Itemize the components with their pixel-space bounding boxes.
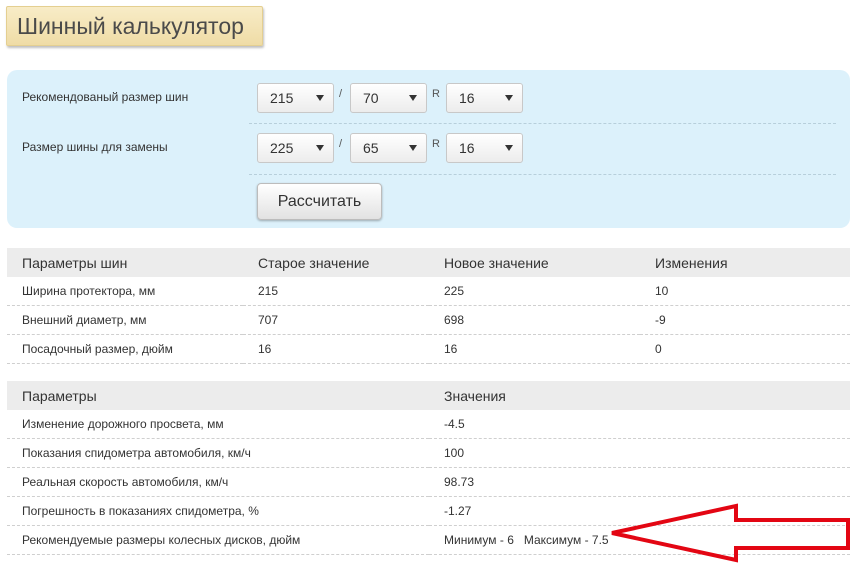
red-arrow-icon <box>611 503 850 563</box>
table-cell: Посадочный размер, дюйм <box>7 334 243 364</box>
table-cell: Изменение дорожного просвета, мм <box>7 410 429 439</box>
dropdown-triangle-icon <box>409 145 417 151</box>
column-header: Параметры <box>7 381 429 410</box>
table-cell: Ширина протектора, мм <box>7 277 243 306</box>
table-cell: Реальная скорость автомобиля, км/ч <box>7 467 429 497</box>
calculator-form: Рекомендованый размер шин 215 / 70 R 16 … <box>7 70 850 228</box>
column-header: Новое значение <box>429 248 640 277</box>
tire-parameters-table: Параметры шин Старое значение Новое знач… <box>7 248 850 364</box>
replacement-size-row: Размер шины для замены 225 / 65 R 16 <box>7 125 850 169</box>
table-cell: 707 <box>243 305 429 335</box>
page-title-badge: Шинный калькулятор <box>6 6 263 46</box>
dropdown-triangle-icon <box>505 95 513 101</box>
recommended-profile-select[interactable]: 70 <box>350 83 427 113</box>
recommended-radius-select[interactable]: 16 <box>446 83 523 113</box>
table-header-row: Параметры Значения <box>7 381 850 410</box>
table-cell: 698 <box>429 305 640 335</box>
replacement-size-label: Размер шины для замены <box>22 140 168 154</box>
replacement-radius-select[interactable]: 16 <box>446 133 523 163</box>
dropdown-triangle-icon <box>505 145 513 151</box>
table-cell: Погрешность в показаниях спидометра, % <box>7 496 429 526</box>
red-arrow-shape <box>611 503 850 563</box>
table-cell: Рекомендуемые размеры колесных дисков, д… <box>7 525 429 555</box>
recommended-size-row: Рекомендованый размер шин 215 / 70 R 16 <box>7 75 850 119</box>
table-cell: -9 <box>640 305 850 335</box>
radius-letter: R <box>432 138 440 150</box>
table-cell: Показания спидометра автомобиля, км/ч <box>7 438 429 468</box>
table-row: Ширина протектора, мм 215 225 10 <box>7 277 850 306</box>
column-header: Параметры шин <box>7 248 243 277</box>
dropdown-triangle-icon <box>316 145 324 151</box>
dropdown-triangle-icon <box>409 95 417 101</box>
table-row: Изменение дорожного просвета, мм -4.5 <box>7 410 850 439</box>
table-cell: 225 <box>429 277 640 306</box>
column-header: Старое значение <box>243 248 429 277</box>
column-header: Изменения <box>640 248 850 277</box>
slash-separator: / <box>339 88 343 100</box>
replacement-profile-select[interactable]: 65 <box>350 133 427 163</box>
slash-separator: / <box>339 138 343 150</box>
row-divider <box>249 123 836 124</box>
radius-letter: R <box>432 88 440 100</box>
dropdown-triangle-icon <box>316 95 324 101</box>
table-cell: 100 <box>429 438 850 468</box>
table-row: Посадочный размер, дюйм 16 16 0 <box>7 334 850 364</box>
recommended-size-label: Рекомендованый размер шин <box>22 90 189 104</box>
table-cell: 16 <box>429 334 640 364</box>
table-header-row: Параметры шин Старое значение Новое знач… <box>7 248 850 277</box>
table-cell: 10 <box>640 277 850 306</box>
table-cell: 0 <box>640 334 850 364</box>
table-row: Показания спидометра автомобиля, км/ч 10… <box>7 438 850 468</box>
table-cell: 16 <box>243 334 429 364</box>
table-cell: -4.5 <box>429 410 850 439</box>
replacement-width-select[interactable]: 225 <box>257 133 334 163</box>
column-header: Значения <box>429 381 850 410</box>
table-row: Внешний диаметр, мм 707 698 -9 <box>7 305 850 335</box>
table-row: Реальная скорость автомобиля, км/ч 98.73 <box>7 467 850 497</box>
row-divider <box>249 174 836 175</box>
recommended-width-select[interactable]: 215 <box>257 83 334 113</box>
table-cell: Внешний диаметр, мм <box>7 305 243 335</box>
calculate-button[interactable]: Рассчитать <box>257 183 382 220</box>
table-cell: 98.73 <box>429 467 850 497</box>
page-title: Шинный калькулятор <box>17 13 244 39</box>
table-cell: 215 <box>243 277 429 306</box>
